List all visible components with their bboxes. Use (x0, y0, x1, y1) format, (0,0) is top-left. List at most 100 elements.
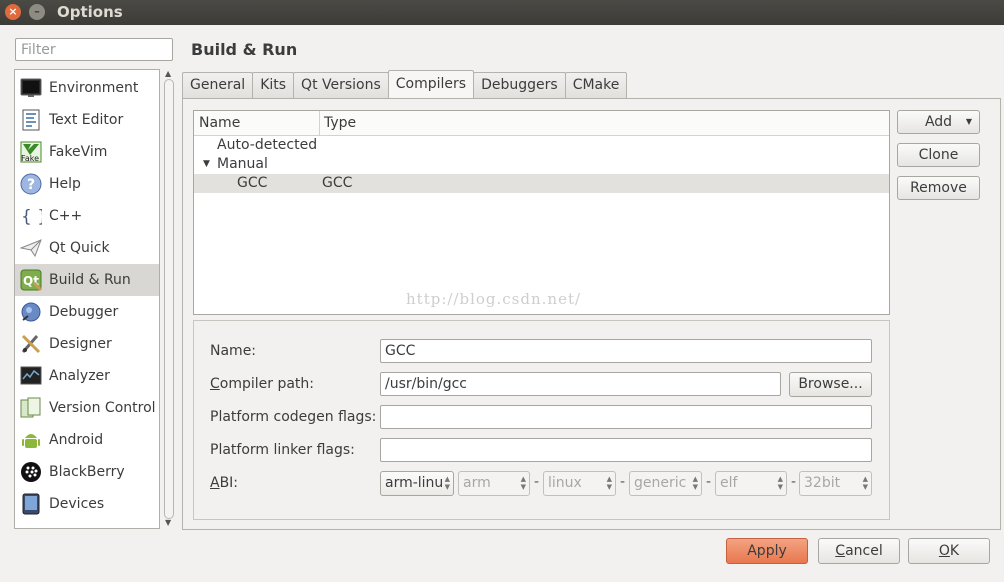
cpp-braces-icon: { } (20, 205, 42, 227)
abi-preset-combo[interactable]: arm-linu ▲ ▼ (380, 471, 454, 496)
category-environment[interactable]: Environment (15, 72, 159, 104)
name-label: Name: (210, 343, 257, 359)
debugger-bug-icon (20, 301, 42, 323)
abi-architecture-combo[interactable]: arm ▲ ▼ (458, 471, 530, 496)
close-window-icon[interactable]: × (5, 4, 21, 20)
category-scrollbar[interactable]: ▲ ▼ (163, 69, 175, 529)
category-list: Environment Text Editor Fake FakeVim ? H… (14, 69, 160, 529)
svg-text:?: ? (27, 177, 35, 193)
cancel-button[interactable]: Cancel (818, 538, 900, 564)
devices-icon (20, 493, 42, 515)
scrollbar-track[interactable] (164, 79, 174, 519)
mnemonic-char: A (210, 475, 220, 491)
category-android[interactable]: Android (15, 424, 159, 456)
spin-arrows-icon: ▲ ▼ (520, 475, 526, 491)
ok-button[interactable]: OK (908, 538, 990, 564)
category-partial-item[interactable] (15, 520, 159, 528)
android-icon (20, 429, 42, 451)
category-blackberry[interactable]: BlackBerry (15, 456, 159, 488)
group-label: Auto-detected (217, 137, 318, 153)
compiler-type: GCC (322, 175, 353, 191)
column-header-name[interactable]: Name (194, 111, 320, 135)
category-version-control[interactable]: Version Control (15, 392, 159, 424)
column-header-type[interactable]: Type (319, 111, 356, 135)
tree-row-compiler[interactable]: GCC GCC (194, 174, 889, 193)
category-designer[interactable]: Designer (15, 328, 159, 360)
tab-compilers[interactable]: Compilers (387, 70, 475, 98)
spin-arrows-icon: ▲ ▼ (692, 475, 698, 491)
mnemonic-char: C (210, 376, 220, 392)
category-label: C++ (49, 208, 83, 224)
compiler-path-label: Compiler path: (210, 376, 314, 392)
category-label: Environment (49, 80, 139, 96)
category-label: Help (49, 176, 81, 192)
category-analyzer[interactable]: Analyzer (15, 360, 159, 392)
build-run-icon: Qt (20, 269, 42, 291)
tree-group-auto-detected[interactable]: Auto-detected (194, 136, 889, 155)
combo-value: 32bit (804, 475, 841, 491)
scroll-up-icon[interactable]: ▲ (165, 69, 171, 78)
remove-button[interactable]: Remove (897, 176, 980, 200)
text-editor-icon (20, 109, 42, 131)
clone-button[interactable]: Clone (897, 143, 980, 167)
separator: - (620, 474, 626, 490)
category-help[interactable]: ? Help (15, 168, 159, 200)
name-field[interactable]: GCC (380, 339, 872, 363)
button-text: K (949, 543, 960, 559)
category-build-run[interactable]: Qt Build & Run (15, 264, 159, 296)
category-fakevim[interactable]: Fake FakeVim (15, 136, 159, 168)
compiler-path-field[interactable]: /usr/bin/gcc (380, 372, 781, 396)
tab-debuggers[interactable]: Debuggers (473, 72, 566, 98)
category-label: Debugger (49, 304, 119, 320)
tab-cmake[interactable]: CMake (564, 72, 628, 98)
analyzer-icon (20, 365, 42, 387)
expand-arrow-icon[interactable]: ▼ (203, 155, 210, 174)
svg-text:{ }: { } (21, 207, 42, 227)
blackberry-icon (20, 461, 42, 483)
abi-format-combo[interactable]: elf ▲ ▼ (715, 471, 787, 496)
codegen-flags-field[interactable] (380, 405, 872, 429)
codegen-flags-label: Platform codegen flags: (210, 409, 377, 425)
category-cpp[interactable]: { } C++ (15, 200, 159, 232)
abi-wordwidth-combo[interactable]: 32bit ▲ ▼ (799, 471, 872, 496)
linker-flags-field[interactable] (380, 438, 872, 462)
tab-general[interactable]: General (182, 72, 254, 98)
tree-header: Name Type (194, 111, 889, 136)
mnemonic-char: C (835, 543, 846, 559)
window-title: Options (57, 3, 123, 21)
abi-flavor-combo[interactable]: generic ▲ ▼ (629, 471, 702, 496)
combo-value: linux (548, 475, 582, 491)
options-dialog: × – Options Environment Text Editor Fake… (0, 0, 1004, 582)
version-control-icon (20, 397, 42, 419)
tab-kits[interactable]: Kits (252, 72, 295, 98)
category-text-editor[interactable]: Text Editor (15, 104, 159, 136)
help-icon: ? (20, 173, 42, 195)
add-button[interactable]: Add ▼ (897, 110, 980, 134)
category-debugger[interactable]: Debugger (15, 296, 159, 328)
abi-os-combo[interactable]: linux ▲ ▼ (543, 471, 616, 496)
combo-value: generic (634, 475, 687, 491)
combo-value: elf (720, 475, 738, 491)
tree-group-manual[interactable]: ▼ Manual (194, 155, 889, 174)
category-label: Text Editor (49, 112, 124, 128)
combo-value: arm (463, 475, 491, 491)
category-devices[interactable]: Devices (15, 488, 159, 520)
spin-arrows-icon: ▲ ▼ (862, 475, 868, 491)
category-label: Build & Run (49, 272, 131, 288)
title-bar[interactable]: × – Options (0, 0, 1004, 25)
apply-button[interactable]: Apply (726, 538, 808, 564)
minimize-window-icon[interactable]: – (29, 4, 45, 20)
compilers-tree[interactable]: Name Type Auto-detected ▼ Manual GCC GCC (193, 110, 890, 315)
scroll-down-icon[interactable]: ▼ (165, 518, 171, 527)
tab-qt-versions[interactable]: Qt Versions (293, 72, 389, 98)
group-label: Manual (217, 156, 268, 172)
category-label: FakeVim (49, 144, 108, 160)
spin-arrows-icon: ▲ ▼ (444, 475, 450, 491)
separator: - (706, 474, 712, 490)
svg-text:Fake: Fake (21, 154, 39, 163)
category-label: Analyzer (49, 368, 110, 384)
linker-flags-label: Platform linker flags: (210, 442, 355, 458)
filter-input[interactable] (15, 38, 173, 61)
browse-button[interactable]: Browse... (789, 372, 872, 397)
category-qt-quick[interactable]: Qt Quick (15, 232, 159, 264)
